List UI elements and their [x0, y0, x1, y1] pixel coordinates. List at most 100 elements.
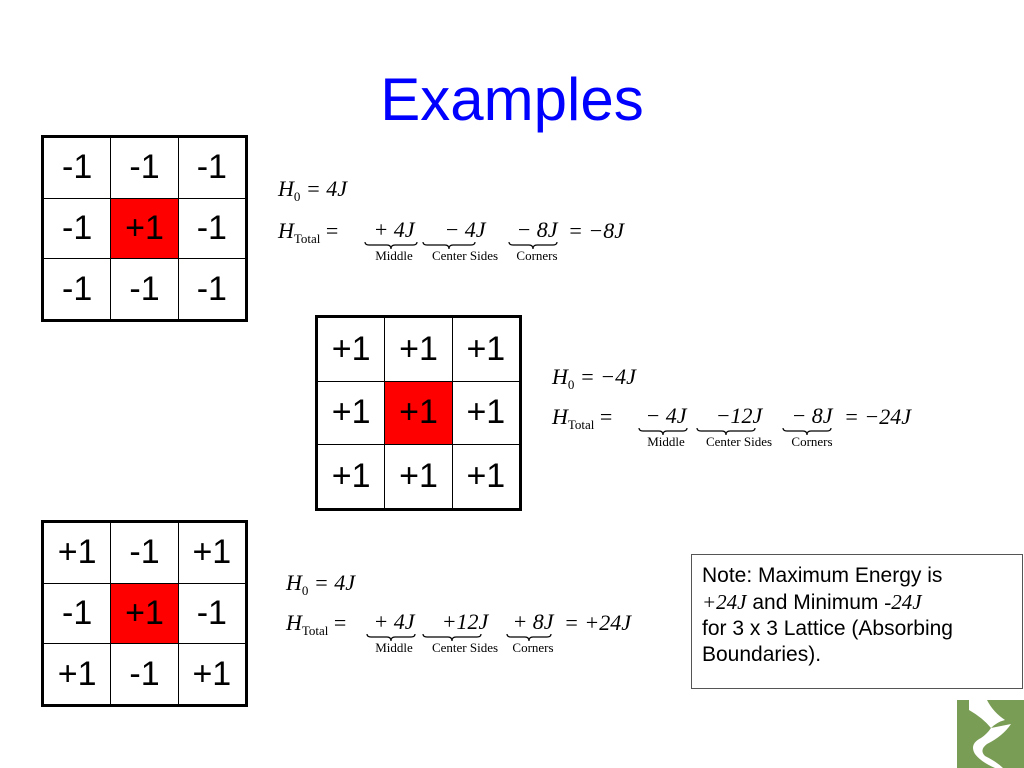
- term-value: + 8J: [512, 609, 554, 634]
- lattice-cell: -1: [178, 259, 245, 319]
- equation-result: = −24J: [844, 404, 911, 429]
- h-symbol: H: [278, 176, 294, 201]
- term-label: Center Sides: [431, 640, 499, 655]
- energy-equation-1: H0 = 4J HTotal = + 4J Middle − 4J Center…: [278, 176, 658, 271]
- note-line-1: Note: Maximum Energy is: [702, 564, 943, 587]
- h0-subscript: 0: [293, 189, 301, 204]
- underbrace-icon: [366, 634, 422, 641]
- htotal-subscript: Total: [301, 623, 329, 638]
- term-center-sides: − 4J Center Sides: [422, 218, 508, 263]
- lattice-cell: -1: [178, 138, 245, 198]
- term-middle: + 4J Middle: [364, 218, 424, 263]
- lattice-cell: +1: [452, 445, 519, 508]
- lattice-cell: -1: [44, 198, 111, 259]
- lattice-cell: -1: [111, 523, 178, 583]
- note-box: Note: Maximum Energy is +24J and Minimum…: [691, 554, 1023, 689]
- term-corners: + 8J Corners: [506, 610, 560, 655]
- h0-value: = −4J: [579, 364, 636, 389]
- term-corners: − 8J Corners: [782, 404, 842, 449]
- lattice-grid-3: +1 -1 +1 -1 +1 -1 +1 -1 +1: [41, 520, 248, 707]
- lattice-cell: -1: [44, 583, 111, 644]
- htotal-label: HTotal =: [278, 218, 339, 246]
- equation-result: = +24J: [564, 610, 631, 635]
- h-symbol: H: [552, 364, 568, 389]
- term-value: −12J: [715, 403, 763, 428]
- underbrace-icon: [782, 428, 842, 435]
- h0-value: = 4J: [313, 570, 356, 595]
- note-line-4: Boundaries).: [702, 643, 822, 666]
- term-label: Center Sides: [705, 434, 773, 449]
- underbrace-icon: [506, 634, 560, 641]
- h0-subscript: 0: [567, 377, 575, 392]
- lattice-cell: -1: [178, 583, 245, 644]
- lattice-cell: +1: [44, 523, 111, 583]
- energy-equation-2: H0 = −4J HTotal = − 4J Middle −12J Cente…: [552, 364, 952, 459]
- energy-equation-3: H0 = 4J HTotal = + 4J Middle +12J Center…: [286, 570, 666, 665]
- lattice-center-cell: +1: [111, 583, 178, 644]
- h-symbol: H: [286, 570, 302, 595]
- lattice-cell: +1: [452, 381, 519, 445]
- underbrace-icon: [696, 428, 782, 435]
- underbrace-icon: [422, 242, 508, 249]
- term-value: − 4J: [645, 403, 687, 428]
- htotal-subscript: Total: [567, 417, 595, 432]
- term-value: − 8J: [516, 217, 558, 242]
- lattice-cell: -1: [44, 259, 111, 319]
- htotal-label: HTotal =: [552, 404, 613, 432]
- h0-equation: H0 = 4J: [286, 570, 355, 599]
- underbrace-icon: [422, 634, 508, 641]
- lattice-cell: +1: [178, 523, 245, 583]
- h0-subscript: 0: [301, 583, 309, 598]
- lattice-grid-1: -1 -1 -1 -1 +1 -1 -1 -1 -1: [41, 135, 248, 322]
- lattice-cell: -1: [178, 198, 245, 259]
- htotal-subscript: Total: [293, 231, 321, 246]
- term-label: Middle: [647, 434, 685, 449]
- lattice-cell: -1: [111, 259, 178, 319]
- lattice-cell: -1: [111, 138, 178, 198]
- term-label: Corners: [791, 434, 833, 449]
- lattice-cell: +1: [178, 644, 245, 704]
- lattice-cell: +1: [385, 445, 452, 508]
- lattice-cell: +1: [318, 318, 385, 381]
- lattice-cell: +1: [452, 318, 519, 381]
- h0-equation: H0 = 4J: [278, 176, 347, 205]
- note-line-2: +24J and Minimum -24J: [702, 589, 1012, 616]
- underbrace-icon: [638, 428, 694, 435]
- note-line-3: for 3 x 3 Lattice (Absorbing: [702, 617, 953, 640]
- lattice-cell: +1: [44, 644, 111, 704]
- h-symbol: H: [552, 404, 568, 429]
- lattice-center-cell: +1: [385, 381, 452, 445]
- h0-value: = 4J: [305, 176, 348, 201]
- slide-title: Examples: [380, 66, 644, 133]
- lattice-grid-2: +1 +1 +1 +1 +1 +1 +1 +1 +1: [315, 315, 522, 511]
- term-label: Middle: [375, 248, 413, 263]
- stylized-s-logo-icon: [957, 700, 1024, 768]
- term-center-sides: −12J Center Sides: [696, 404, 782, 449]
- term-middle: − 4J Middle: [638, 404, 694, 449]
- term-value: + 4J: [373, 217, 415, 242]
- htotal-label: HTotal =: [286, 610, 347, 638]
- term-value: − 4J: [444, 217, 486, 242]
- term-corners: − 8J Corners: [508, 218, 566, 263]
- term-middle: + 4J Middle: [366, 610, 422, 655]
- term-value: +12J: [441, 609, 489, 634]
- max-energy-value: +24J: [702, 590, 747, 614]
- lattice-cell: -1: [111, 644, 178, 704]
- h0-equation: H0 = −4J: [552, 364, 636, 393]
- underbrace-icon: [364, 242, 424, 249]
- min-energy-value: -24J: [884, 590, 922, 614]
- lattice-center-cell: +1: [111, 198, 178, 259]
- lattice-cell: +1: [318, 381, 385, 445]
- lattice-cell: -1: [44, 138, 111, 198]
- lattice-cell: +1: [385, 318, 452, 381]
- h-symbol: H: [278, 218, 294, 243]
- term-label: Middle: [375, 640, 413, 655]
- term-label: Center Sides: [431, 248, 499, 263]
- underbrace-icon: [508, 242, 566, 249]
- equation-result: = −8J: [568, 218, 624, 243]
- term-label: Corners: [512, 640, 554, 655]
- lattice-cell: +1: [318, 445, 385, 508]
- term-label: Corners: [516, 248, 558, 263]
- note-and-minimum: and Minimum: [746, 591, 885, 614]
- term-center-sides: +12J Center Sides: [422, 610, 508, 655]
